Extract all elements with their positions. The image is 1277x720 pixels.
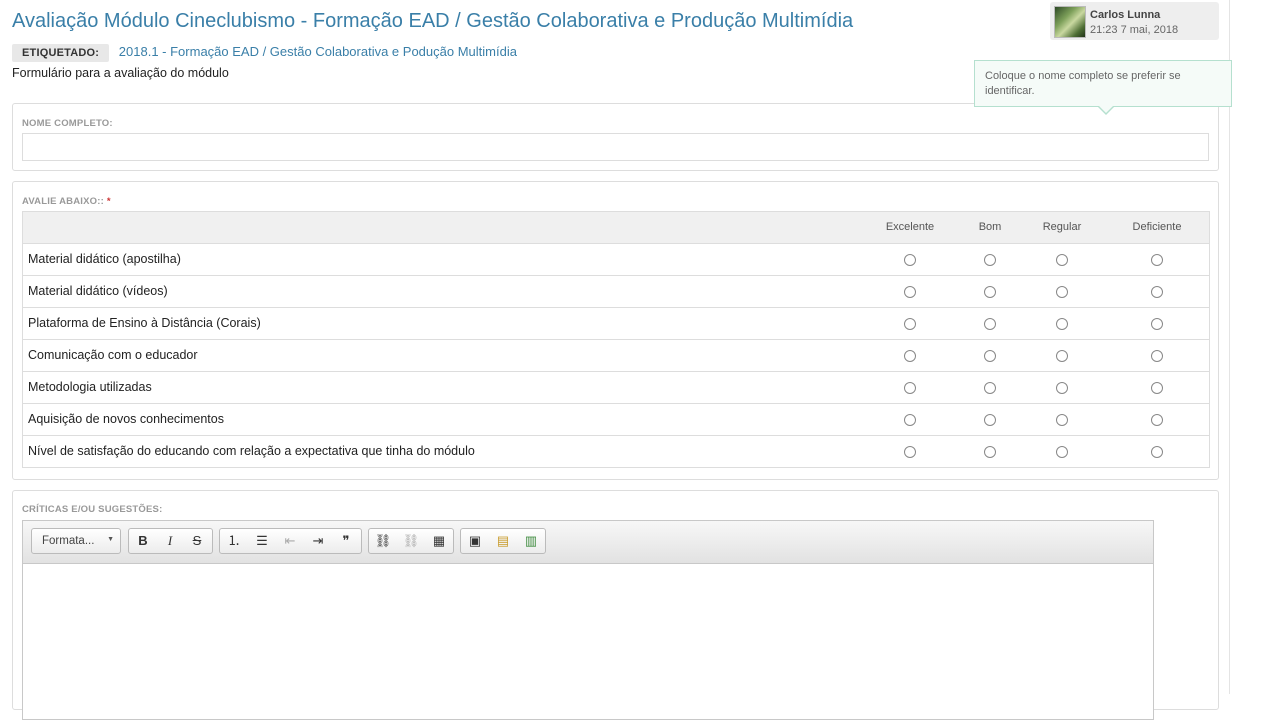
- chevron-down-icon: ▼: [107, 536, 114, 543]
- radio-excelente[interactable]: [904, 254, 916, 266]
- rating-grid: Excelente Bom Regular Deficiente Materia…: [22, 211, 1210, 468]
- column-bom: Bom: [978, 221, 1002, 233]
- field-help-tooltip: Coloque o nome completo se preferir se i…: [974, 60, 1232, 115]
- italic-button[interactable]: I: [159, 531, 181, 551]
- paragraph-group: ⒈ ☰ ⇤ ⇥ ❞: [219, 528, 362, 554]
- table-row: Metodologia utilizadas: [23, 372, 1209, 404]
- blockquote-button[interactable]: ❞: [335, 531, 357, 551]
- gallery-button[interactable]: ▤: [492, 531, 514, 551]
- full-name-input[interactable]: [22, 133, 1209, 161]
- table-row: Material didático (apostilha): [23, 244, 1209, 276]
- row-label: Material didático (apostilha): [28, 252, 181, 266]
- radio-excelente[interactable]: [904, 318, 916, 330]
- author-name[interactable]: Carlos Lunna: [1090, 9, 1160, 21]
- radio-excelente[interactable]: [904, 414, 916, 426]
- radio-regular[interactable]: [1056, 382, 1068, 394]
- format-label: Formata...: [42, 535, 95, 547]
- table-row: Nível de satisfação do educando com rela…: [23, 436, 1209, 467]
- radio-bom[interactable]: [984, 382, 996, 394]
- row-label: Material didático (vídeos): [28, 284, 168, 298]
- tag-row: ETIQUETADO: 2018.1 - Formação EAD / Gest…: [12, 44, 517, 62]
- radio-excelente[interactable]: [904, 382, 916, 394]
- rating-grid-body: Material didático (apostilha) Material di…: [23, 244, 1209, 467]
- text-style-group: B I S: [128, 528, 213, 554]
- tag-link[interactable]: 2018.1 - Formação EAD / Gestão Colaborat…: [119, 44, 517, 59]
- radio-regular[interactable]: [1056, 286, 1068, 298]
- table-row: Comunicação com o educador: [23, 340, 1209, 372]
- image-button[interactable]: ▣: [464, 531, 486, 551]
- row-label: Comunicação com o educador: [28, 348, 198, 362]
- tag-label: ETIQUETADO:: [12, 44, 110, 62]
- radio-regular[interactable]: [1056, 414, 1068, 426]
- strikethrough-button[interactable]: S: [186, 531, 208, 551]
- rating-label-text: AVALIE ABAIXO::: [22, 196, 104, 207]
- radio-regular[interactable]: [1056, 318, 1068, 330]
- column-deficiente: Deficiente: [1132, 221, 1182, 233]
- required-mark: *: [106, 196, 111, 207]
- indent-button[interactable]: ⇥: [307, 531, 329, 551]
- rating-label: AVALIE ABAIXO:: *: [22, 196, 111, 207]
- radio-bom[interactable]: [984, 350, 996, 362]
- radio-regular[interactable]: [1056, 446, 1068, 458]
- radio-excelente[interactable]: [904, 350, 916, 362]
- radio-bom[interactable]: [984, 254, 996, 266]
- format-dropdown[interactable]: Formata... ▼: [31, 528, 121, 554]
- tooltip-arrow-fill: [1098, 105, 1114, 113]
- radio-bom[interactable]: [984, 286, 996, 298]
- bold-button[interactable]: B: [132, 531, 154, 551]
- radio-deficiente[interactable]: [1151, 414, 1163, 426]
- rating-section: AVALIE ABAIXO:: * Excelente Bom Regular …: [12, 181, 1219, 480]
- avatar[interactable]: [1054, 6, 1086, 38]
- table-row: Plataforma de Ensino à Distância (Corais…: [23, 308, 1209, 340]
- column-regular: Regular: [1042, 221, 1082, 233]
- form-description: Formulário para a avaliação do módulo: [12, 66, 229, 80]
- radio-regular[interactable]: [1056, 350, 1068, 362]
- outdent-button[interactable]: ⇤: [279, 531, 301, 551]
- radio-deficiente[interactable]: [1151, 446, 1163, 458]
- name-field-label: NOME COMPLETO:: [22, 118, 113, 129]
- radio-excelente[interactable]: [904, 446, 916, 458]
- radio-excelente[interactable]: [904, 286, 916, 298]
- bulleted-list-button[interactable]: ☰: [251, 531, 273, 551]
- radio-bom[interactable]: [984, 446, 996, 458]
- name-section: NOME COMPLETO:: [12, 103, 1219, 171]
- row-label: Aquisição de novos conhecimentos: [28, 412, 224, 426]
- tooltip-text: Coloque o nome completo se preferir se i…: [985, 70, 1181, 97]
- table-row: Aquisição de novos conhecimentos: [23, 404, 1209, 436]
- radio-deficiente[interactable]: [1151, 318, 1163, 330]
- post-date: 21:23 7 mai, 2018: [1090, 24, 1179, 36]
- radio-deficiente[interactable]: [1151, 286, 1163, 298]
- table-row: Material didático (vídeos): [23, 276, 1209, 308]
- media-group: ▣ ▤ ▥: [460, 528, 546, 554]
- radio-deficiente[interactable]: [1151, 254, 1163, 266]
- radio-bom[interactable]: [984, 318, 996, 330]
- radio-bom[interactable]: [984, 414, 996, 426]
- row-label: Metodologia utilizadas: [28, 380, 152, 394]
- radio-deficiente[interactable]: [1151, 382, 1163, 394]
- numbered-list-button[interactable]: ⒈: [223, 531, 245, 551]
- media-button[interactable]: ▥: [520, 531, 542, 551]
- comments-label: CRÍTICAS E/OU SUGESTÕES:: [22, 504, 163, 515]
- column-excelente: Excelente: [885, 221, 935, 233]
- radio-regular[interactable]: [1056, 254, 1068, 266]
- editor-content-area[interactable]: [23, 564, 1153, 719]
- rating-grid-header: Excelente Bom Regular Deficiente: [23, 212, 1209, 244]
- unlink-button[interactable]: ⛓: [400, 531, 422, 551]
- table-button[interactable]: ▦: [428, 531, 450, 551]
- comments-section: CRÍTICAS E/OU SUGESTÕES: Formata... ▼ B …: [12, 490, 1219, 720]
- insert-group: ⛓ ⛓ ▦: [368, 528, 454, 554]
- page-title: Avaliação Módulo Cineclubismo - Formação…: [12, 10, 854, 32]
- link-button[interactable]: ⛓: [372, 531, 394, 551]
- row-label: Plataforma de Ensino à Distância (Corais…: [28, 316, 261, 330]
- author-card: Carlos Lunna 21:23 7 mai, 2018: [1050, 2, 1219, 40]
- rich-text-editor: Formata... ▼ B I S ⒈ ☰ ⇤ ⇥ ❞ ⛓ ⛓ ▦ ▣ ▤ ▥: [22, 520, 1154, 720]
- row-label: Nível de satisfação do educando com rela…: [28, 444, 475, 458]
- radio-deficiente[interactable]: [1151, 350, 1163, 362]
- editor-toolbar: Formata... ▼ B I S ⒈ ☰ ⇤ ⇥ ❞ ⛓ ⛓ ▦ ▣ ▤ ▥: [23, 521, 1153, 564]
